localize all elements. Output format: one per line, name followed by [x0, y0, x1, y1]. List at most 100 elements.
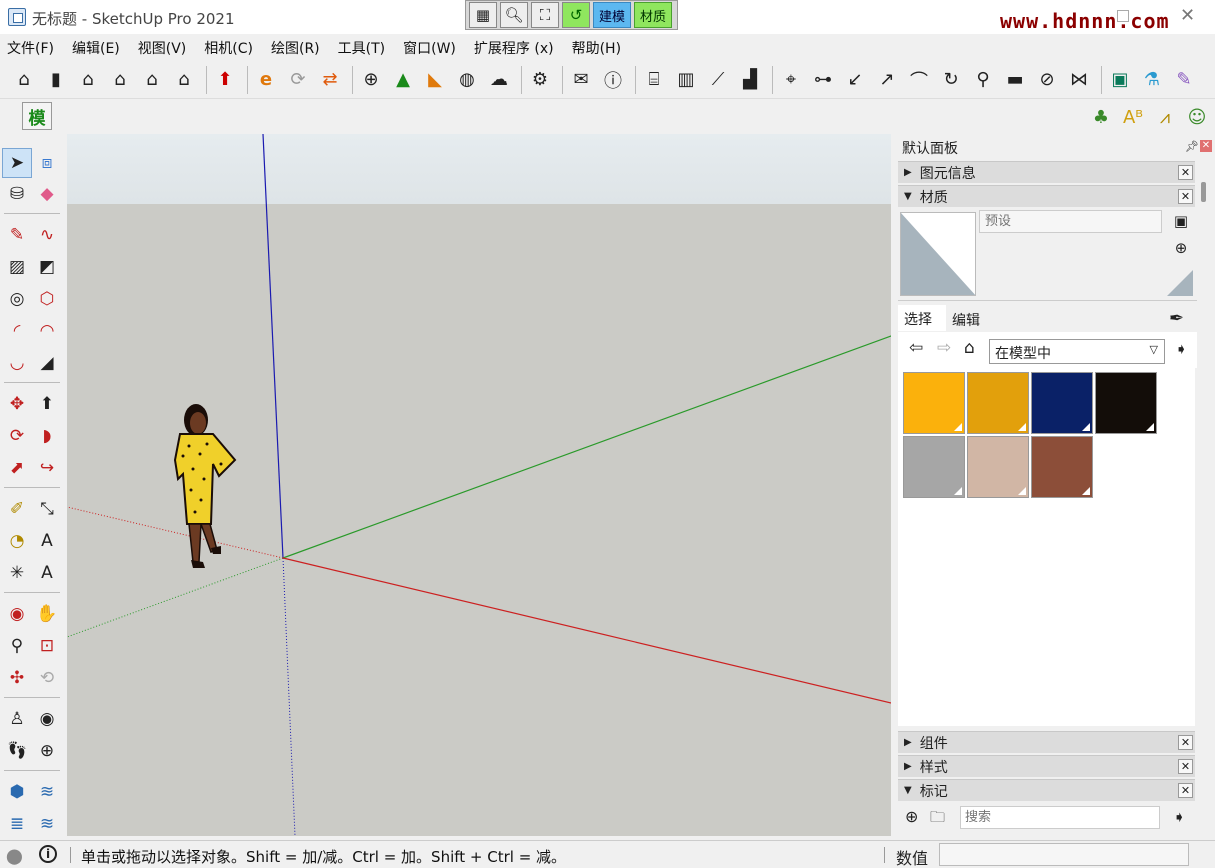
protractor-icon[interactable]: ◔	[2, 526, 32, 556]
trees-icon[interactable]: ♣	[1086, 103, 1116, 131]
flask-icon[interactable]: ⚗	[1138, 66, 1166, 94]
instructor-info-icon[interactable]: i	[39, 845, 57, 863]
three-point-arc-icon[interactable]: ◡	[2, 348, 32, 378]
tree-plant-icon[interactable]: ▲	[389, 66, 417, 94]
curve-tool-4-icon[interactable]: ↗	[873, 66, 901, 94]
abc-text-icon[interactable]: Aᴮ	[1118, 103, 1148, 131]
curve-tool-2-icon[interactable]: ⊶	[809, 66, 837, 94]
left-view-icon[interactable]: ⌂	[170, 66, 198, 94]
zoom-icon[interactable]: ⚲	[2, 631, 32, 661]
collection-dropdown[interactable]: 在模型中 ▽	[989, 339, 1165, 364]
walk-footprints-icon[interactable]: 👣︎	[2, 736, 32, 766]
eraser-icon[interactable]: ◆	[32, 179, 62, 209]
eyedropper-icon[interactable]: ✒	[1169, 308, 1184, 329]
sandbox-contours-icon[interactable]: ⬢	[2, 777, 32, 807]
material-swatch[interactable]	[903, 436, 965, 498]
right-view-icon[interactable]: ⌂	[106, 66, 134, 94]
green-square-icon[interactable]: ▣	[1106, 66, 1134, 94]
e-extension-icon[interactable]: e	[252, 66, 280, 94]
freehand-icon[interactable]: ∿	[32, 220, 62, 250]
material-swatch[interactable]	[967, 436, 1029, 498]
pie-icon[interactable]: ◢	[32, 348, 62, 378]
move-icon[interactable]: ✥	[2, 389, 32, 419]
materials-header[interactable]: ▼ 材质 ✕	[898, 185, 1195, 207]
material-swatch[interactable]	[1031, 372, 1093, 434]
back-view-icon[interactable]: ⌂	[138, 66, 166, 94]
info-icon[interactable]: ⓘ	[599, 66, 627, 94]
model-mode-button[interactable]: 建模	[593, 2, 632, 28]
entity-info-header[interactable]: ▶ 图元信息 ✕	[898, 161, 1195, 183]
close-icon[interactable]: ✕	[1178, 783, 1193, 798]
person-figure[interactable]	[173, 404, 237, 568]
material-swatch[interactable]	[903, 372, 965, 434]
material-mode-button[interactable]: 材质	[634, 2, 673, 28]
tape-measure-icon[interactable]: ✐	[2, 494, 32, 524]
add-tag-folder-icon[interactable]: 🗀︎	[930, 807, 945, 832]
3d-text-icon[interactable]: A	[32, 558, 62, 588]
tags-header[interactable]: ▼ 标记 ✕	[898, 779, 1195, 801]
extension-warehouse-icon[interactable]: ⬆	[211, 66, 239, 94]
tray-close-icon[interactable]: ✕	[1200, 140, 1212, 152]
tab-edit[interactable]: 编辑	[946, 305, 996, 331]
measurements-box[interactable]	[939, 843, 1189, 866]
previous-view-icon[interactable]: ⟲	[32, 663, 62, 693]
refresh-icon[interactable]: ⟳	[284, 66, 312, 94]
curve-tool-9-icon[interactable]: ⊘	[1033, 66, 1061, 94]
rectangle-icon[interactable]: ▨	[2, 252, 32, 282]
home-icon[interactable]: ⌂	[964, 338, 975, 358]
orbit-icon[interactable]: ◉	[2, 599, 32, 629]
look-around-eye-icon[interactable]: ◉	[32, 704, 62, 734]
axes-icon[interactable]: ✳	[2, 558, 32, 588]
material-swatch[interactable]	[967, 372, 1029, 434]
settings-gear-icon[interactable]: ⚙	[526, 66, 554, 94]
bar-steps-icon[interactable]: ▟	[736, 66, 764, 94]
top-view-icon[interactable]: ▮	[42, 66, 70, 94]
default-material-preview[interactable]	[1167, 270, 1193, 296]
back-arrow-icon[interactable]: ⇦	[909, 338, 923, 358]
swap-icon[interactable]: ⇄	[316, 66, 344, 94]
3d-viewport[interactable]	[67, 134, 891, 836]
curve-tool-7-icon[interactable]: ⚲	[969, 66, 997, 94]
lines-m-icon[interactable]: ⩘	[1150, 103, 1180, 131]
close-icon[interactable]: ✕	[1178, 189, 1193, 204]
checker-ball-icon[interactable]: ◍	[453, 66, 481, 94]
sandbox-smoove-icon[interactable]: ≣	[2, 809, 32, 839]
menu-extensions[interactable]: 扩展程序 (x)	[474, 38, 554, 58]
brush-icon[interactable]: ✎	[1170, 66, 1198, 94]
curve-tool-1-icon[interactable]: ⌖	[777, 66, 805, 94]
menu-tools[interactable]: 工具(T)	[338, 38, 385, 58]
tag-details-arrow-icon[interactable]: ➧	[1173, 808, 1186, 826]
sandbox-scratch-icon[interactable]: ≋	[32, 777, 62, 807]
push-pull-icon[interactable]: ⬆	[32, 389, 62, 419]
polygon-icon[interactable]: ⬡	[32, 284, 62, 314]
material-name-field[interactable]	[979, 210, 1162, 233]
paint-bucket-icon[interactable]: ⛁	[2, 179, 32, 209]
zoom-window-icon[interactable]: ⊡	[32, 631, 62, 661]
arc-icon[interactable]: ◜	[2, 316, 32, 346]
mail-icon[interactable]: ✉	[567, 66, 595, 94]
display-secondary-pane-icon[interactable]: ▣	[1171, 212, 1191, 234]
zoom-extents-icon[interactable]: ✣	[2, 663, 32, 693]
scale-icon[interactable]: ⬈	[2, 453, 32, 483]
pin-icon[interactable]: 📌︎	[1185, 140, 1199, 153]
material-swatch[interactable]	[1095, 372, 1157, 434]
styles-header[interactable]: ▶ 样式 ✕	[898, 755, 1195, 777]
forward-arrow-icon[interactable]: ⇨	[937, 338, 951, 358]
history-icon[interactable]: ↺	[562, 2, 590, 28]
ramp-icon[interactable]: ⟋	[704, 66, 732, 94]
component-box-icon[interactable]: ⧈	[32, 148, 62, 178]
curve-tool-10-icon[interactable]: ⋈	[1065, 66, 1093, 94]
column-icon[interactable]: ▥	[672, 66, 700, 94]
geolocation-icon[interactable]: ⬤	[6, 847, 23, 865]
sandbox-stamp-icon[interactable]: ≋	[32, 809, 62, 839]
create-material-icon[interactable]: ⊕	[1171, 239, 1191, 261]
restore-window-icon[interactable]	[1117, 10, 1129, 22]
dimension-icon[interactable]: ⤡	[32, 494, 62, 524]
menu-camera[interactable]: 相机(C)	[204, 38, 253, 58]
add-tag-icon[interactable]: ⊕	[905, 807, 918, 826]
person-icon[interactable]: ☺	[1182, 103, 1212, 131]
curve-tool-8-icon[interactable]: ▬	[1001, 66, 1029, 94]
tray-scrollbar[interactable]	[1201, 182, 1206, 202]
iso-view-icon[interactable]: ⌂	[10, 66, 38, 94]
stairs-icon[interactable]: ⌸	[640, 66, 668, 94]
